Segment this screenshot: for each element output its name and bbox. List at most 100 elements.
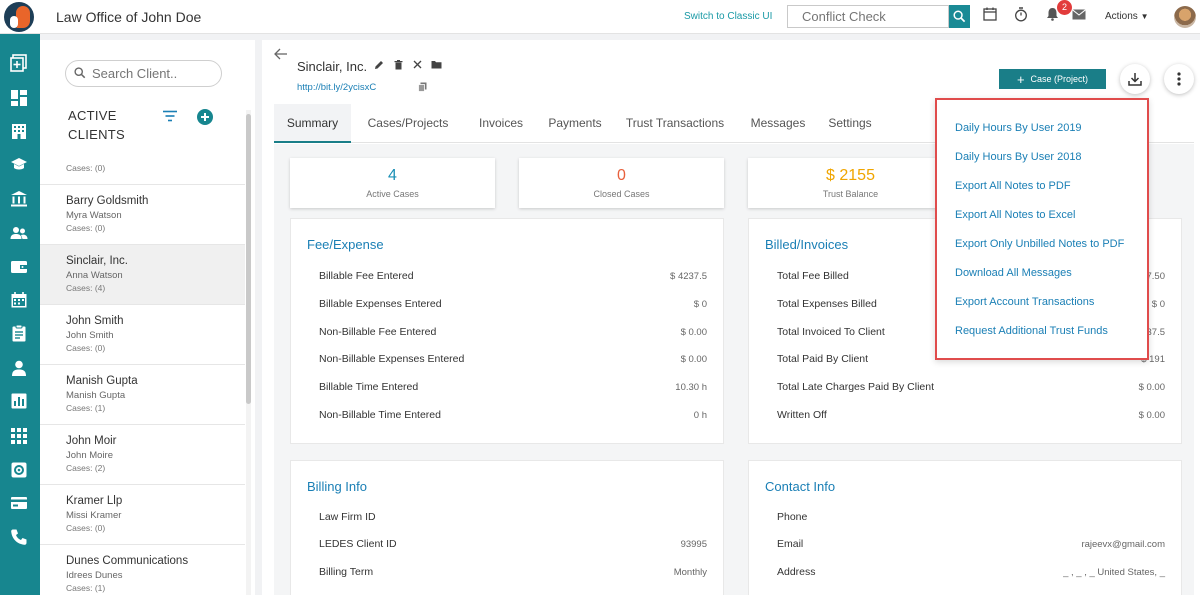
list-item-selected[interactable]: Sinclair, Inc. Anna Watson Cases: (4) bbox=[40, 245, 245, 305]
user-avatar[interactable] bbox=[1174, 6, 1196, 28]
tab-trust-transactions[interactable]: Trust Transactions bbox=[617, 104, 733, 143]
kv-value: $ 0 bbox=[693, 299, 707, 310]
folder-icon[interactable] bbox=[431, 60, 442, 69]
actions-menu[interactable]: Actions ▼ bbox=[1105, 11, 1149, 22]
stat-value: 0 bbox=[617, 167, 626, 184]
client-cases: Cases: (1) bbox=[66, 583, 106, 593]
graduation-cap-icon[interactable] bbox=[10, 155, 28, 173]
list-item[interactable]: Kramer Llp Missi Kramer Cases: (0) bbox=[40, 485, 245, 545]
kv-label: Non-Billable Expenses Entered bbox=[319, 353, 465, 365]
kv-label: Total Expenses Billed bbox=[777, 298, 877, 310]
phone-icon[interactable] bbox=[10, 528, 28, 546]
kv-value: 93995 bbox=[680, 539, 707, 550]
menu-item-export-notes-excel[interactable]: Export All Notes to Excel bbox=[955, 209, 1075, 221]
client-contact: Manish Gupta bbox=[66, 390, 126, 401]
kv-label: Phone bbox=[777, 511, 808, 523]
mail-icon[interactable] bbox=[1072, 9, 1086, 20]
more-options-button[interactable] bbox=[1164, 64, 1194, 94]
tab-invoices[interactable]: Invoices bbox=[466, 104, 536, 143]
kv-value: $ 0.00 bbox=[680, 327, 707, 338]
client-list: Cases: (0) Barry Goldsmith Myra Watson C… bbox=[40, 160, 245, 595]
calendar-icon[interactable] bbox=[10, 291, 28, 309]
menu-item-request-trust-funds[interactable]: Request Additional Trust Funds bbox=[955, 325, 1108, 337]
copy-icon[interactable] bbox=[418, 82, 427, 92]
kv-label: Address bbox=[777, 566, 816, 578]
building-icon[interactable] bbox=[10, 122, 28, 140]
bank-icon[interactable] bbox=[10, 190, 28, 208]
add-case-button[interactable]: + Case (Project) bbox=[999, 69, 1106, 89]
menu-item-export-notes-pdf[interactable]: Export All Notes to PDF bbox=[955, 180, 1071, 192]
kv-value: Monthly bbox=[673, 567, 707, 578]
client-search-input[interactable] bbox=[65, 60, 222, 87]
close-icon[interactable] bbox=[413, 60, 422, 69]
calendar-icon[interactable] bbox=[983, 7, 997, 21]
download-button[interactable] bbox=[1120, 64, 1150, 94]
plus-icon: + bbox=[1016, 71, 1025, 87]
filter-icon[interactable] bbox=[163, 110, 177, 122]
menu-item-daily-hours-2018[interactable]: Daily Hours By User 2018 bbox=[955, 151, 1082, 163]
notification-count-badge: 2 bbox=[1057, 0, 1072, 15]
back-arrow-icon[interactable] bbox=[274, 48, 288, 60]
billing-icon[interactable] bbox=[10, 494, 28, 512]
menu-item-export-unbilled-notes-pdf[interactable]: Export Only Unbilled Notes to PDF bbox=[955, 238, 1124, 250]
kv-label: Written Off bbox=[777, 409, 827, 421]
stat-label: Trust Balance bbox=[822, 189, 879, 199]
edit-pencil-icon[interactable] bbox=[374, 60, 384, 70]
tab-messages[interactable]: Messages bbox=[741, 104, 815, 143]
client-short-link[interactable]: http://bit.ly/2ycisxC bbox=[297, 82, 376, 93]
stat-card-trust-balance: $ 2155 Trust Balance bbox=[748, 158, 953, 208]
search-icon bbox=[953, 10, 966, 23]
dashboard-icon[interactable] bbox=[10, 89, 28, 107]
more-vertical-icon bbox=[1177, 72, 1181, 86]
wallet-icon[interactable] bbox=[10, 258, 28, 276]
menu-item-export-account-transactions[interactable]: Export Account Transactions bbox=[955, 296, 1094, 308]
bar-chart-icon[interactable] bbox=[10, 392, 28, 410]
menu-item-daily-hours-2019[interactable]: Daily Hours By User 2019 bbox=[955, 122, 1082, 134]
kv-label: Non-Billable Time Entered bbox=[319, 409, 441, 421]
kv-value: 10.30 h bbox=[675, 382, 707, 393]
list-item[interactable]: Barry Goldsmith Myra Watson Cases: (0) bbox=[40, 185, 245, 245]
kv-value: rajeevx@gmail.com bbox=[1081, 539, 1165, 550]
delete-trash-icon[interactable] bbox=[394, 60, 403, 70]
stat-label: Closed Cases bbox=[593, 189, 650, 199]
timer-icon[interactable] bbox=[1014, 7, 1028, 22]
card-title: Fee/Expense bbox=[307, 237, 384, 252]
billing-info-card: Billing Info Law Firm ID LEDES Client ID… bbox=[290, 460, 724, 595]
conflict-search-button[interactable] bbox=[949, 5, 970, 28]
list-item[interactable]: John Moir John Moire Cases: (2) bbox=[40, 425, 245, 485]
kv-value: $ 0 bbox=[1151, 299, 1165, 310]
switch-classic-ui-link[interactable]: Switch to Classic UI bbox=[684, 11, 772, 22]
list-item[interactable]: Cases: (0) bbox=[40, 160, 245, 185]
fee-expense-card: Fee/Expense Billable Fee Entered $ 4237.… bbox=[290, 218, 724, 444]
tab-payments[interactable]: Payments bbox=[538, 104, 612, 143]
person-icon[interactable] bbox=[10, 359, 28, 377]
list-item[interactable]: Manish Gupta Manish Gupta Cases: (1) bbox=[40, 365, 245, 425]
sidebar-rail bbox=[0, 34, 40, 595]
users-icon[interactable] bbox=[10, 224, 28, 242]
settings-icon[interactable] bbox=[10, 461, 28, 479]
kv-label: Total Fee Billed bbox=[777, 270, 849, 282]
menu-item-download-messages[interactable]: Download All Messages bbox=[955, 267, 1072, 279]
app-logo[interactable] bbox=[4, 2, 34, 32]
tab-settings[interactable]: Settings bbox=[820, 104, 880, 143]
kv-value: 37.5 bbox=[1146, 327, 1166, 338]
clipboard-icon[interactable] bbox=[10, 324, 28, 342]
actions-label: Actions bbox=[1105, 11, 1138, 22]
list-item[interactable]: Dunes Communications Idrees Dunes Cases:… bbox=[40, 545, 245, 595]
client-contact: John Smith bbox=[66, 330, 114, 341]
tab-summary[interactable]: Summary bbox=[274, 104, 351, 143]
client-list-scroll-thumb[interactable] bbox=[246, 114, 251, 404]
grid-icon[interactable] bbox=[10, 427, 28, 445]
client-cases: Cases: (0) bbox=[66, 223, 106, 233]
client-name: Dunes Communications bbox=[66, 555, 189, 567]
kv-value: $ 0.00 bbox=[1138, 382, 1165, 393]
client-cases: Cases: (0) bbox=[66, 343, 106, 353]
conflict-check-input[interactable] bbox=[787, 5, 949, 28]
stat-value: 4 bbox=[388, 167, 397, 184]
kv-label: Billable Time Entered bbox=[319, 381, 419, 393]
stat-card-active-cases: 4 Active Cases bbox=[290, 158, 495, 208]
tab-cases-projects[interactable]: Cases/Projects bbox=[362, 104, 454, 143]
add-entry-icon[interactable] bbox=[10, 54, 28, 72]
list-item[interactable]: John Smith John Smith Cases: (0) bbox=[40, 305, 245, 365]
add-client-icon[interactable] bbox=[197, 109, 213, 125]
